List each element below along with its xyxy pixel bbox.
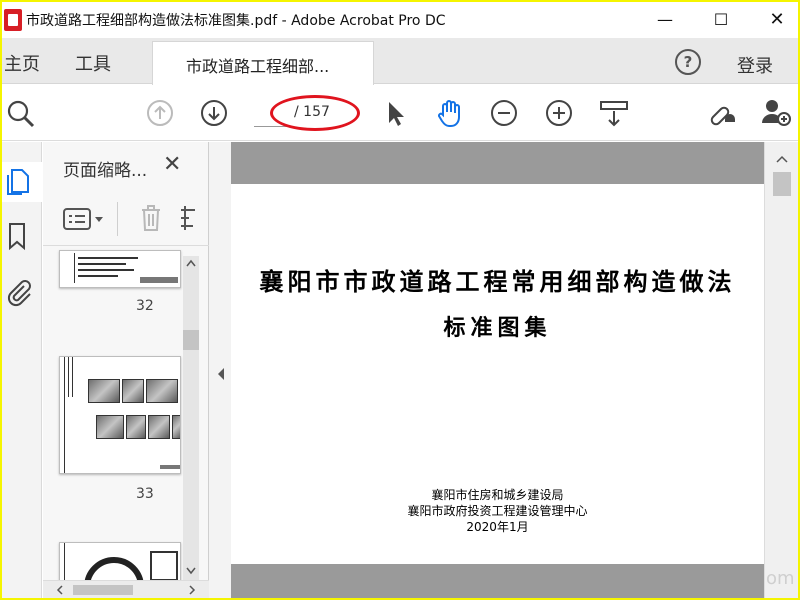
acrobat-window: 市政道路工程细部构造做法标准图集.pdf - Adobe Acrobat Pro… [2,2,798,598]
panel-toolbar [43,190,209,246]
chevron-up-icon[interactable] [185,258,197,268]
chevron-down-icon[interactable] [185,566,197,576]
window-title: 市政道路工程细部构造做法标准图集.pdf - Adobe Acrobat Pro… [26,13,446,29]
help-icon[interactable]: ? [675,49,701,75]
page-thumbnails-icon[interactable] [6,166,32,196]
document-title-line2: 标准图集 [443,315,552,341]
attachments-icon[interactable] [6,278,32,308]
left-rail [2,142,42,598]
more-tools-icon[interactable] [179,206,201,230]
chevron-up-icon[interactable] [775,154,789,164]
next-page-icon[interactable] [200,99,228,127]
zoom-out-icon[interactable] [490,99,518,127]
panel-title: 页面缩略... [63,161,148,181]
thumbnail-page-32[interactable] [59,250,181,288]
thumbnail-page-33[interactable] [59,356,181,474]
issuer-line2: 襄阳市政府投资工程建设管理中心 [407,504,588,518]
red-annotation-ellipse [270,95,360,131]
panel-horizontal-scrollbar[interactable] [43,580,209,598]
chevron-left-icon[interactable] [55,584,65,596]
thumbnail-label-32: 32 [136,298,154,314]
panel-scrollbar[interactable] [183,256,199,580]
minimize-button[interactable]: — [642,2,688,38]
document-scrollbar-thumb[interactable] [773,172,791,196]
acrobat-app-icon [4,9,22,31]
main-toolbar: / 157 [2,85,798,141]
pdf-page: 襄阳市市政道路工程常用细部构造做法 标准图集 襄阳市住房和城乡建设局 襄阳市政府… [231,184,764,564]
close-button[interactable]: ✕ [754,2,798,38]
watermark-fragment: om [766,568,795,589]
toolbar-divider [117,202,118,236]
document-scrollbar[interactable] [764,142,798,598]
tab-document[interactable]: 市政道路工程细部... [152,41,374,85]
add-user-icon[interactable] [760,97,792,129]
tab-tools[interactable]: 工具 [75,50,111,76]
document-view[interactable]: 襄阳市市政道路工程常用细部构造做法 标准图集 襄阳市住房和城乡建设局 襄阳市政府… [231,142,764,598]
chevron-right-icon[interactable] [187,584,197,596]
options-menu-icon[interactable] [63,208,107,230]
panel-close-button[interactable]: ✕ [163,152,181,177]
panel-hscroll-thumb[interactable] [73,585,133,595]
search-zoom-icon[interactable] [6,99,36,129]
thumbnail-panel: 页面缩略... ✕ 32 33 [43,142,209,598]
prev-page-icon[interactable] [146,99,174,127]
panel-splitter[interactable] [209,142,231,598]
title-bar: 市政道路工程细部构造做法标准图集.pdf - Adobe Acrobat Pro… [2,2,798,38]
signin-button[interactable]: 登录 [737,52,773,78]
bookmarks-icon[interactable] [6,222,28,252]
document-title-line1: 襄阳市市政道路工程常用细部构造做法 [259,267,736,296]
collapse-panel-icon[interactable] [216,367,226,381]
delete-page-icon[interactable] [139,204,163,232]
share-link-icon[interactable] [707,99,739,129]
select-arrow-icon[interactable] [384,99,408,129]
fit-page-icon[interactable] [599,99,629,129]
document-date: 2020年1月 [466,520,529,534]
tab-home[interactable]: 主页 [4,50,40,76]
zoom-in-icon[interactable] [545,99,573,127]
panel-scrollbar-thumb[interactable] [183,330,199,350]
issuer-line1: 襄阳市住房和城乡建设局 [431,488,564,502]
tab-bar: 主页 工具 市政道路工程细部... ? 登录 [2,38,798,85]
hand-tool-icon[interactable] [434,97,466,129]
thumbnail-label-33: 33 [136,486,154,502]
tab-document-label: 市政道路工程细部... [186,57,330,76]
maximize-button[interactable]: ☐ [698,2,744,38]
